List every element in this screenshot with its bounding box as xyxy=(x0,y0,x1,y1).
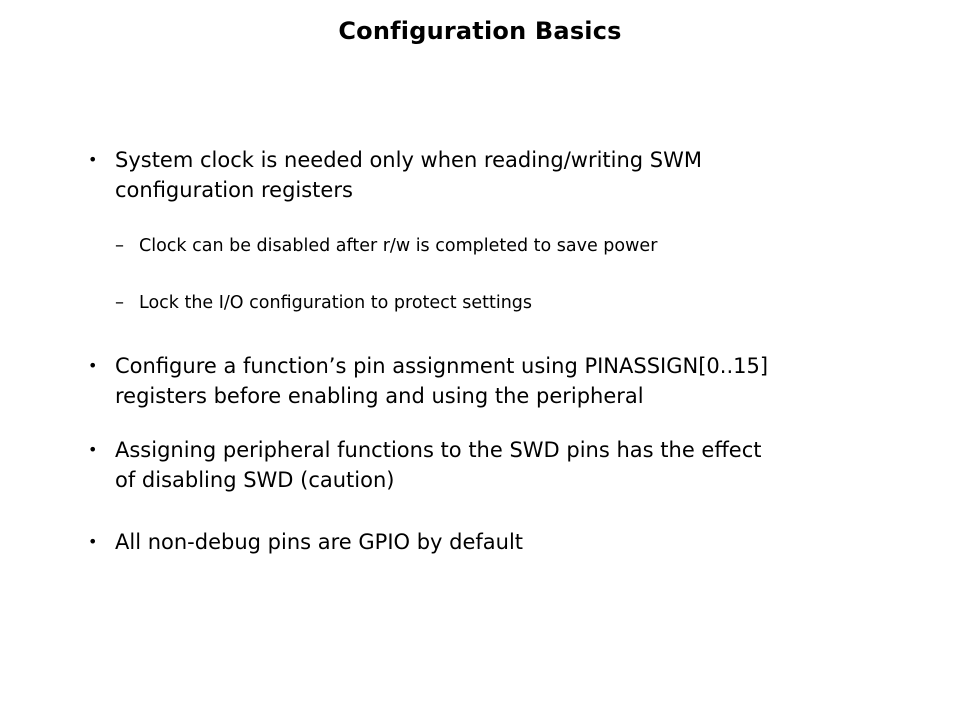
sub-bullet-text: Lock the I/O configuration to protect se… xyxy=(139,293,533,313)
bullet-text-line: configuration registers xyxy=(115,178,353,202)
bullet-text-line: Assigning peripheral functions to the SW… xyxy=(115,438,762,462)
bullet-marker: • xyxy=(88,150,98,169)
bullet-text-line: Configure a function’s pin assignment us… xyxy=(115,354,769,378)
bullet-marker: • xyxy=(88,356,98,375)
sub-bullet-text: Clock can be disabled after r/w is compl… xyxy=(139,236,658,256)
bullet-text-line: of disabling SWD (caution) xyxy=(115,468,395,492)
bullet-marker: • xyxy=(88,532,98,551)
bullet-text-line: registers before enabling and using the … xyxy=(115,384,644,408)
bullet-text-line: System clock is needed only when reading… xyxy=(115,148,703,172)
bullet-text-line: All non-debug pins are GPIO by default xyxy=(115,530,524,554)
slide-title: Configuration Basics xyxy=(338,17,622,45)
sub-bullet-marker: – xyxy=(115,292,124,313)
sub-bullet-marker: – xyxy=(115,235,124,256)
bullet-marker: • xyxy=(88,440,98,459)
